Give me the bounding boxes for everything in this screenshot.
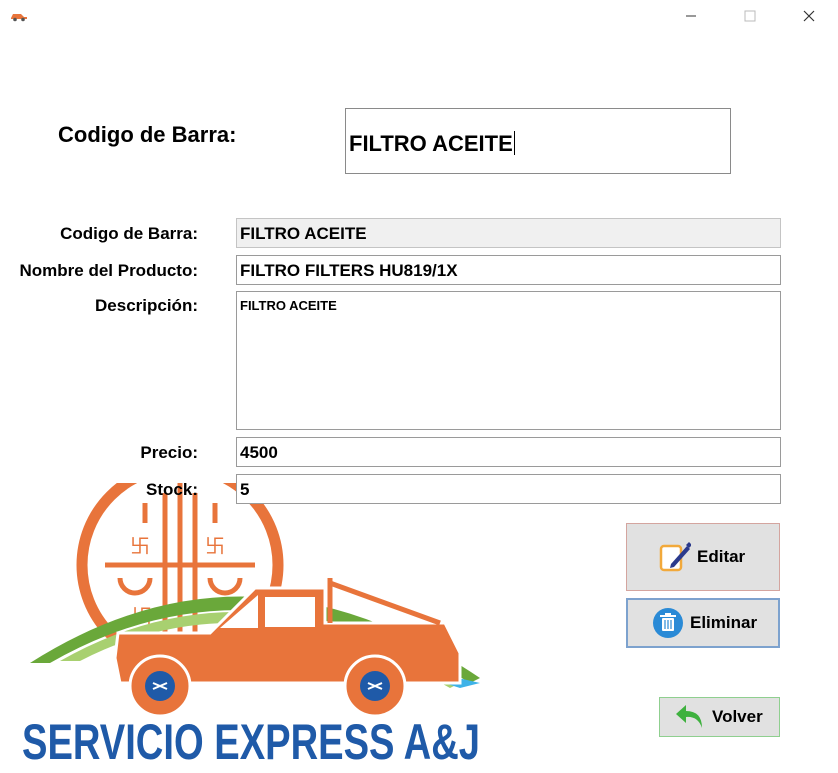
volver-label: Volver bbox=[712, 707, 763, 726]
editar-button[interactable]: Editar bbox=[626, 523, 780, 591]
nombre-field[interactable]: FILTRO FILTERS HU819/1X bbox=[236, 255, 781, 285]
company-logo: 卐 卐 卐 SERVICIO EXPRESS A&J bbox=[20, 461, 490, 770]
eliminar-label: Eliminar bbox=[690, 613, 758, 632]
close-button[interactable] bbox=[786, 0, 832, 32]
stock-label: Stock: bbox=[146, 480, 198, 499]
logo-text: SERVICIO EXPRESS A&J bbox=[22, 714, 480, 768]
codigo-field[interactable]: FILTRO ACEITE bbox=[236, 218, 781, 248]
app-car-icon bbox=[9, 9, 29, 22]
search-input[interactable]: FILTRO ACEITE bbox=[345, 108, 731, 174]
svg-text:卐: 卐 bbox=[205, 534, 225, 558]
eliminar-button[interactable]: Eliminar bbox=[626, 598, 780, 648]
minimize-button[interactable] bbox=[668, 0, 714, 32]
svg-text:卐: 卐 bbox=[130, 534, 150, 558]
editar-label: Editar bbox=[697, 547, 746, 566]
nombre-label: Nombre del Producto: bbox=[19, 261, 198, 280]
trash-icon bbox=[652, 607, 684, 639]
maximize-button[interactable] bbox=[727, 0, 773, 32]
precio-field[interactable]: 4500 bbox=[236, 437, 781, 467]
codigo-label: Codigo de Barra: bbox=[60, 224, 198, 243]
volver-button[interactable]: Volver bbox=[659, 697, 780, 737]
back-arrow-icon bbox=[674, 702, 706, 732]
edit-icon bbox=[659, 540, 691, 574]
descripcion-label: Descripción: bbox=[95, 296, 198, 315]
precio-label: Precio: bbox=[140, 443, 198, 462]
text-caret bbox=[513, 131, 515, 155]
descripcion-field[interactable]: FILTRO ACEITE bbox=[236, 291, 781, 430]
search-label: Codigo de Barra: bbox=[58, 122, 237, 147]
stock-field[interactable]: 5 bbox=[236, 474, 781, 504]
search-input-value: FILTRO ACEITE bbox=[349, 131, 513, 156]
